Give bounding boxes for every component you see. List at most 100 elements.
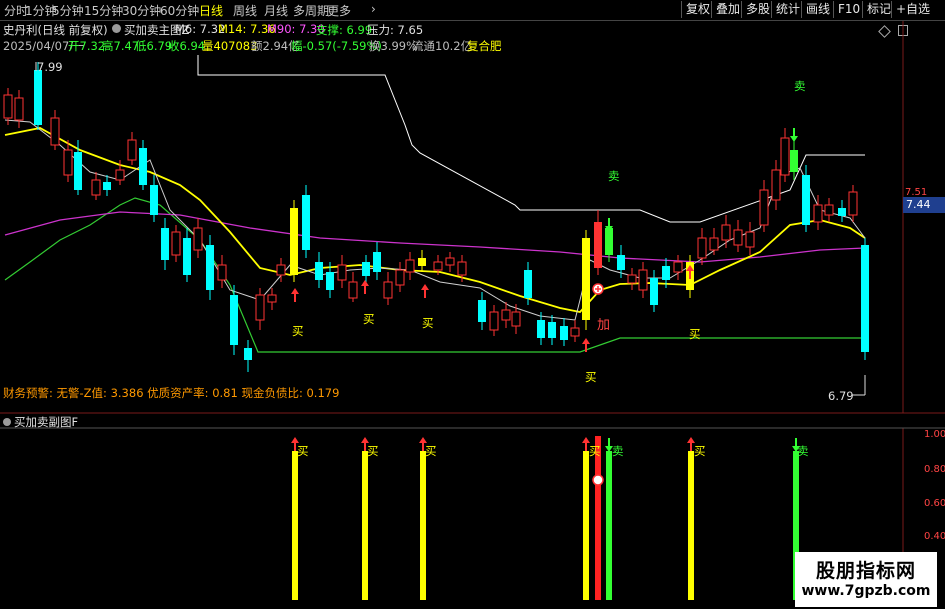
candle-body — [230, 295, 238, 345]
candle-body — [537, 320, 545, 338]
candle-body — [91, 179, 101, 196]
sell-signal-label: 卖 — [608, 169, 620, 183]
candle-body — [721, 224, 731, 241]
main-signals-group — [291, 128, 800, 452]
candle-body — [267, 294, 277, 303]
candle-body — [697, 237, 707, 259]
candle-body — [582, 238, 590, 320]
candle-body — [315, 262, 323, 280]
candle-body — [457, 261, 467, 276]
sub-buy-label: 买 — [367, 444, 379, 458]
sub-add-icon — [592, 474, 604, 486]
candle-body — [103, 182, 111, 190]
candle-body — [63, 149, 73, 176]
candle-body — [733, 229, 743, 246]
candle-body — [511, 311, 521, 327]
candle-body — [405, 259, 415, 273]
candle-body — [627, 274, 637, 284]
add-signal-label: 加 — [597, 318, 611, 333]
sell-arrow-icon — [790, 128, 798, 142]
candle-body — [570, 327, 580, 337]
sub-buy-bar — [583, 451, 589, 600]
buy-arrow-icon — [291, 288, 299, 302]
sell-signal-label: 卖 — [794, 79, 806, 93]
candle-body — [745, 231, 755, 248]
candle-body — [150, 185, 158, 215]
sub-indicator-title[interactable]: 买加卖副图F — [14, 414, 78, 430]
watermark-title: 股朋指标网 — [815, 560, 916, 582]
watermark-url: www.7gpzb.com — [801, 583, 931, 599]
candle-body — [445, 257, 455, 266]
candle-body — [418, 258, 426, 266]
candle-body — [848, 191, 858, 216]
candle-body — [127, 139, 137, 161]
candle-body — [478, 300, 486, 322]
sub-axis-label: 0.40 — [924, 531, 945, 542]
sub-buy-bar — [688, 451, 694, 600]
candle-body — [662, 266, 670, 280]
candle-body — [594, 222, 602, 268]
candle-body — [161, 228, 169, 260]
candle-body — [276, 264, 286, 276]
finance-warning: 财务预警: 无警-Z值: 3.386 优质资产率: 0.81 现金负债比: 0.… — [3, 386, 340, 400]
candle-body — [139, 148, 147, 185]
buy-arrow-icon — [582, 338, 590, 352]
candle-body — [14, 97, 24, 121]
candle-body — [433, 261, 443, 271]
candle-body — [50, 117, 60, 146]
sub-axis-label: 0.80 — [924, 464, 945, 475]
sub-add-bar — [595, 436, 601, 600]
watermark-logo: 股朋指标网 www.7gpzb.com — [795, 552, 937, 607]
candle-body — [709, 237, 719, 251]
high-price-marker: 7.99 — [37, 60, 63, 74]
sub-buy-label: 买 — [694, 444, 706, 458]
candle-body — [290, 208, 298, 275]
sub-indicator-icon[interactable] — [3, 418, 11, 426]
sub-sell-label: 卖 — [612, 444, 624, 458]
buy-arrow-icon — [421, 284, 429, 298]
candle-body — [34, 70, 42, 125]
sub-buy-label: 买 — [425, 444, 437, 458]
buy-signal-label: 买 — [689, 327, 701, 341]
candles-group — [3, 62, 869, 372]
buy-signal-label: 买 — [363, 312, 375, 326]
low-price-marker: 6.79 — [828, 389, 854, 403]
candle-body — [838, 208, 846, 216]
candle-body — [74, 152, 82, 190]
candle-body — [780, 137, 790, 176]
candle-body — [560, 326, 568, 340]
candle-body — [673, 261, 683, 273]
sub-buy-bar — [362, 451, 368, 600]
candle-body — [171, 231, 181, 256]
candle-body — [193, 227, 203, 251]
sub-buy-label: 买 — [589, 444, 601, 458]
candle-body — [824, 204, 834, 216]
candle-body — [337, 264, 347, 281]
sub-sell-bar — [606, 451, 612, 600]
sub-bars-group — [292, 436, 799, 600]
candle-body — [383, 281, 393, 299]
candle-body — [362, 262, 370, 276]
candle-body — [348, 281, 358, 299]
candle-body — [802, 175, 810, 225]
sub-buy-bar — [292, 451, 298, 600]
candle-body — [501, 309, 511, 321]
current-price-badge: 7.44 — [903, 197, 945, 213]
sub-axis-label: 1.00 — [924, 429, 945, 440]
candle-body — [759, 189, 769, 226]
candle-body — [373, 252, 381, 272]
buy-signal-label: 买 — [292, 324, 304, 338]
candle-body — [244, 348, 252, 360]
candle-body — [115, 169, 125, 181]
candle-body — [3, 94, 13, 119]
candle-body — [548, 322, 556, 338]
buy-signal-label: 买 — [422, 316, 434, 330]
sub-sell-label: 卖 — [797, 444, 809, 458]
candle-body — [650, 278, 658, 305]
candle-body — [395, 269, 405, 286]
candle-body — [183, 238, 191, 275]
candle-body — [302, 195, 310, 250]
candle-body — [217, 264, 227, 281]
candle-body — [790, 150, 798, 172]
candle-body — [638, 269, 648, 291]
